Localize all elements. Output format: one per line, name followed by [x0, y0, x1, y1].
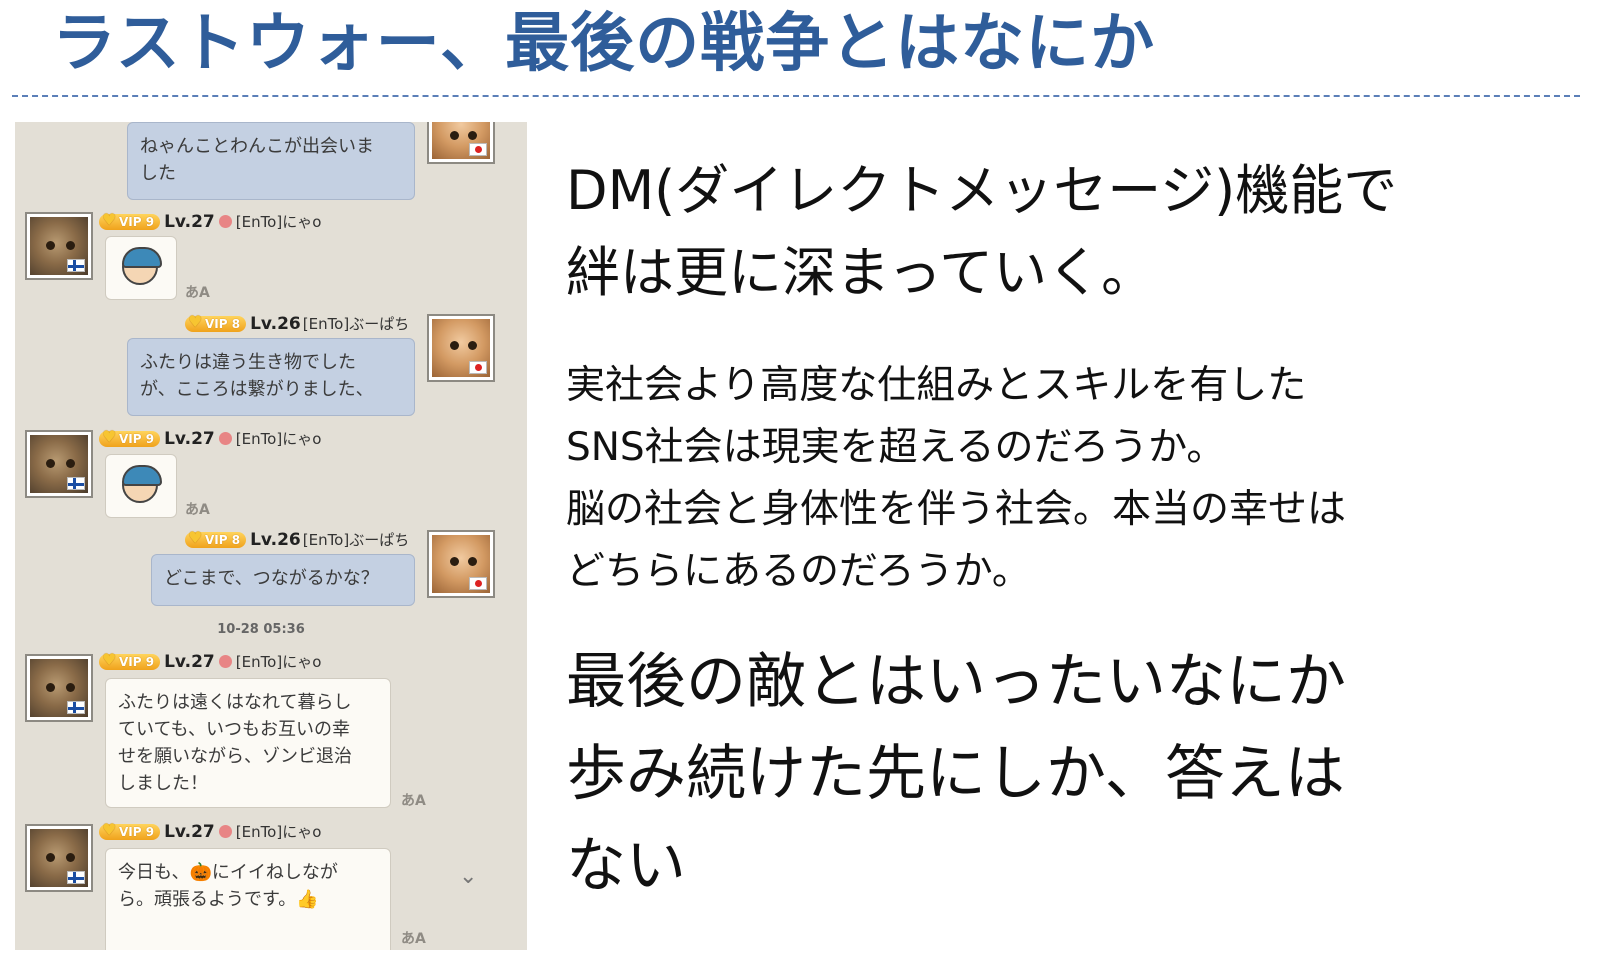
finland-flag-icon — [67, 259, 85, 272]
sticker-message[interactable] — [105, 454, 177, 518]
alliance-icon — [218, 655, 232, 668]
avatar-dog[interactable] — [427, 122, 495, 164]
chat-timestamp: 10-28 05:36 — [217, 622, 305, 637]
user-level: Lv.26 — [250, 313, 301, 334]
user-name: [EnTo]にゃo — [235, 429, 322, 448]
vip-badge: VIP 9 — [99, 212, 161, 230]
user-level: Lv.27 — [164, 821, 215, 842]
finland-flag-icon — [67, 477, 85, 490]
user-name: [EnTo]にゃo — [235, 822, 322, 841]
user-name: [EnTo]にゃo — [235, 212, 322, 231]
alliance-icon — [218, 432, 232, 445]
sender-meta-dog: VIP 8Lv.26[EnTo]ぶーぱち — [185, 312, 409, 334]
sender-meta-cat: VIP 9Lv.27 [EnTo]にゃo — [99, 427, 321, 449]
japan-flag-icon — [469, 577, 487, 590]
japan-flag-icon — [469, 143, 487, 156]
vip-badge: VIP 8 — [185, 530, 247, 548]
finland-flag-icon — [67, 701, 85, 714]
vip-badge: VIP 9 — [99, 822, 161, 840]
translate-icon[interactable]: あA — [185, 282, 210, 302]
user-level: Lv.26 — [250, 529, 301, 550]
vip-badge: VIP 9 — [99, 652, 161, 670]
paragraph-dm-bond: DM(ダイレクトメッセージ)機能で 絆は更に深まっていく。 — [566, 159, 1398, 304]
message-bubble-other: ふたりは遠くはなれて暮らし ていても、いつもお互いの幸 せを願いながら、ゾンビ退… — [105, 678, 391, 808]
user-name: [EnTo]にゃo — [235, 652, 322, 671]
sender-meta-cat: VIP 9Lv.27 [EnTo]にゃo — [99, 820, 321, 842]
translate-icon[interactable]: あA — [185, 499, 210, 519]
sticker-character-icon — [122, 247, 162, 285]
avatar-cat[interactable] — [25, 430, 93, 498]
scroll-down-icon[interactable]: ⌄ — [459, 864, 477, 889]
alliance-icon — [218, 825, 232, 838]
sender-meta-cat: VIP 9Lv.27 [EnTo]にゃo — [99, 210, 321, 232]
user-name: [EnTo]ぶーぱち — [302, 530, 410, 549]
avatar-cat[interactable] — [25, 654, 93, 722]
message-bubble-self: ねゃんことわんこが出会いま した — [127, 122, 415, 200]
sender-meta-cat: VIP 9Lv.27 [EnTo]にゃo — [99, 650, 321, 672]
alliance-icon — [218, 215, 232, 228]
avatar-cat[interactable] — [25, 212, 93, 280]
sticker-message[interactable] — [105, 236, 177, 300]
avatar-dog[interactable] — [427, 314, 495, 382]
chat-screenshot: ねゃんことわんこが出会いま した VIP 9Lv.27[EnTo]にゃo あA … — [15, 122, 527, 950]
sender-meta-dog: VIP 8Lv.26[EnTo]ぶーぱち — [185, 528, 409, 550]
user-name: [EnTo]ぶーぱち — [302, 314, 410, 333]
vip-badge: VIP 8 — [185, 314, 247, 332]
avatar-cat[interactable] — [25, 824, 93, 892]
message-bubble-self: どこまで、つながるかな？ — [151, 554, 415, 606]
message-bubble-self: ふたりは違う生き物でした が、こころは繋がりました、 — [127, 338, 415, 416]
avatar-dog[interactable] — [427, 530, 495, 598]
translate-icon[interactable]: あA — [401, 928, 426, 948]
message-bubble-other: 今日も、🎃にイイねしなが ら。頑張るようです。👍 — [105, 848, 391, 950]
title-divider — [12, 95, 1580, 97]
translate-icon[interactable]: あA — [401, 790, 426, 810]
sticker-character-icon — [122, 465, 162, 503]
user-level: Lv.27 — [164, 211, 215, 232]
japan-flag-icon — [469, 361, 487, 374]
user-level: Lv.27 — [164, 428, 215, 449]
user-level: Lv.27 — [164, 651, 215, 672]
slide-title: ラストウォー、最後の戦争とはなにか — [52, 7, 1156, 81]
vip-badge: VIP 9 — [99, 429, 161, 447]
finland-flag-icon — [67, 871, 85, 884]
paragraph-sns-society: 実社会より高度な仕組みとスキルを有した SNS社会は現実を超えるのだろうか。 脳… — [566, 363, 1347, 594]
paragraph-last-enemy: 最後の敵とはいったいなにか 歩み続けた先にしか、答えは ない — [566, 647, 1346, 901]
